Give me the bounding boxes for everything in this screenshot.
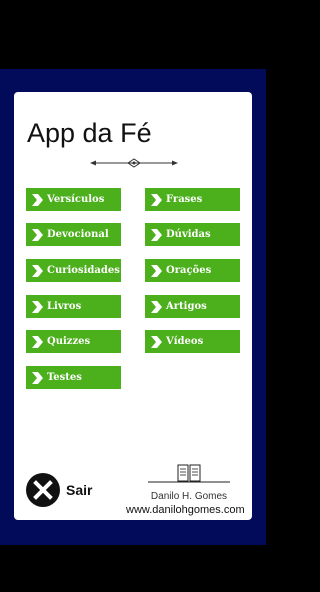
chevron-right-icon <box>32 371 43 384</box>
chevron-right-icon <box>32 193 43 206</box>
chevron-right-icon <box>151 264 162 277</box>
chevron-right-icon <box>32 335 43 348</box>
app-title: App da Fé <box>27 118 152 148</box>
chevron-right-icon <box>151 300 162 313</box>
menu-button-devocional[interactable]: Devocional <box>26 223 121 246</box>
menu-button-label: Quizzes <box>47 336 91 347</box>
menu-button-oracoes[interactable]: Orações <box>145 259 240 282</box>
menu-button-frases[interactable]: Frases <box>145 188 240 211</box>
menu-button-label: Vídeos <box>166 336 204 347</box>
chevron-right-icon <box>32 264 43 277</box>
open-book-icon <box>148 464 230 483</box>
menu-button-duvidas[interactable]: Dúvidas <box>145 223 240 246</box>
menu-button-testes[interactable]: Testes <box>26 366 121 389</box>
menu-button-livros[interactable]: Livros <box>26 295 121 318</box>
menu-button-label: Frases <box>166 194 203 205</box>
menu-button-quizzes[interactable]: Quizzes <box>26 330 121 353</box>
menu-button-versiculos[interactable]: Versículos <box>26 188 121 211</box>
menu-button-curiosidades[interactable]: Curiosidades <box>26 259 121 282</box>
menu-button-label: Versículos <box>47 194 105 205</box>
menu-button-label: Testes <box>47 372 82 383</box>
exit-label: Sair <box>66 482 93 498</box>
menu-button-label: Orações <box>166 265 212 276</box>
menu-button-label: Curiosidades <box>47 265 120 276</box>
menu-button-label: Dúvidas <box>166 229 211 240</box>
chevron-right-icon <box>151 193 162 206</box>
chevron-right-icon <box>32 228 43 241</box>
author-name: Danilo H. Gomes <box>150 491 228 502</box>
menu-button-videos[interactable]: Vídeos <box>145 330 240 353</box>
chevron-right-icon <box>151 228 162 241</box>
chevron-right-icon <box>32 300 43 313</box>
author-block: Danilo H. Gomes <box>148 464 230 502</box>
divider-ornament-icon <box>90 158 178 168</box>
menu-button-artigos[interactable]: Artigos <box>145 295 240 318</box>
exit-button[interactable]: Sair <box>26 473 92 507</box>
menu-button-label: Devocional <box>47 229 109 240</box>
menu-button-label: Artigos <box>166 301 207 312</box>
main-card: App da Fé Versículos Devocional Curiosid… <box>14 92 252 520</box>
chevron-right-icon <box>151 335 162 348</box>
close-icon <box>26 473 60 507</box>
menu-button-label: Livros <box>47 301 82 312</box>
website-link[interactable]: www.danilohgomes.com <box>126 504 245 516</box>
